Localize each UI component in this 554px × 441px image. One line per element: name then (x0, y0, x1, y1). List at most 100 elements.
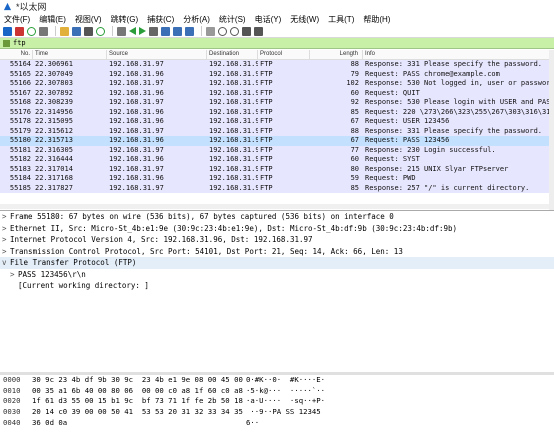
colorize-icon[interactable] (206, 26, 215, 36)
column-header[interactable]: Source (107, 50, 207, 59)
collapsed-chevron-icon[interactable]: > (2, 211, 10, 223)
packet-cell: 55179 (9, 126, 31, 135)
detail-tree-item[interactable]: [Current working directory: ] (0, 280, 554, 292)
save-icon[interactable] (72, 26, 81, 36)
packet-cell: 67 (350, 117, 359, 125)
display-filter-bar[interactable]: ftp (0, 38, 554, 49)
hex-bytes[interactable]: 20 14 c0 39 00 00 50 41 53 53 20 31 32 3… (32, 407, 246, 418)
menu-item[interactable]: 分析(A) (183, 14, 210, 25)
back-arrow-icon[interactable] (129, 27, 136, 35)
hex-offset[interactable]: 0010 (0, 386, 32, 397)
packet-row[interactable]: 55178 22.315095 192.168.31.96 192.168.31.97… (0, 117, 554, 127)
collapsed-chevron-icon[interactable]: > (2, 234, 10, 246)
stop-icon[interactable] (15, 26, 24, 36)
first-packet-icon[interactable] (161, 26, 170, 36)
jump-icon[interactable] (149, 26, 158, 36)
packet-cell: 192.168.31.96 (209, 164, 258, 173)
hex-dump-row: 0010 00 35 a1 6b 40 00 80 06 00 00 c0 a8 … (0, 386, 554, 397)
packet-row[interactable]: 55166 22.307803 192.168.31.97 192.168.31.96… (0, 79, 554, 89)
hex-offset[interactable]: 0040 (0, 418, 32, 429)
menu-item[interactable]: 工具(T) (328, 14, 354, 25)
hex-offset[interactable]: 0020 (0, 396, 32, 407)
packet-row[interactable]: 55167 22.307892 192.168.31.96 192.168.31.97… (0, 88, 554, 98)
hex-ascii[interactable]: ·a·U···· ·sq··+P· (246, 396, 366, 407)
menu-item[interactable]: 跳转(G) (111, 14, 139, 25)
detail-tree-item[interactable]: > Ethernet II, Src: Micro-St_4b:e1:9e (30… (0, 223, 554, 235)
hex-offset[interactable]: 0000 (0, 375, 32, 386)
expanded-chevron-icon[interactable]: v (2, 257, 10, 269)
packet-row[interactable]: 55179 22.315612 192.168.31.97 192.168.31.96… (0, 126, 554, 136)
detail-text: Transmission Control Protocol, Src Port:… (10, 246, 403, 256)
display-filter-input[interactable]: ftp (13, 39, 26, 47)
hex-bytes[interactable]: 30 9c 23 4b df 9b 30 9c 23 4b e1 9e 08 0… (32, 375, 246, 386)
restart-icon[interactable] (27, 26, 36, 36)
packet-list-horizontal-scrollbar[interactable] (0, 204, 549, 209)
packet-row[interactable]: 55185 22.317827 192.168.31.97 192.168.31.96… (0, 183, 554, 193)
detail-tree-item[interactable]: > Internet Protocol Version 4, Src: 192.1… (0, 234, 554, 246)
packet-cell: 192.168.31.97 (109, 126, 164, 135)
close-file-icon[interactable] (84, 26, 93, 36)
packet-row[interactable]: 55184 22.317168 192.168.31.96 192.168.31.97… (0, 174, 554, 184)
hex-bytes[interactable]: 36 0d 0a (32, 418, 246, 429)
hex-bytes[interactable]: 00 35 a1 6b 40 00 80 06 00 00 c0 a8 1f 6… (32, 386, 246, 397)
menu-item[interactable]: 帮助(H) (363, 14, 390, 25)
packet-row[interactable]: 55164 22.306961 192.168.31.97 192.168.31.96… (0, 60, 554, 70)
packet-cell: 22.316305 (35, 145, 73, 154)
menu-item[interactable]: 统计(S) (219, 14, 246, 25)
shark-fin-start-icon[interactable] (3, 26, 12, 36)
detail-tree-item[interactable]: > Transmission Control Protocol, Src Port… (0, 246, 554, 258)
packet-cell: FTP (260, 126, 273, 135)
hex-ascii[interactable]: ·5·k@··· ·····`·· (246, 386, 366, 397)
packet-row[interactable]: 55181 22.316305 192.168.31.97 192.168.31.96… (0, 145, 554, 155)
hex-bytes[interactable]: 1f 61 d3 55 00 15 b1 9c bf 73 71 1f fe 2… (32, 396, 246, 407)
detail-text: [Current working directory: ] (18, 281, 149, 290)
find-icon[interactable] (117, 26, 126, 36)
column-header[interactable]: Info (363, 50, 554, 59)
collapsed-chevron-icon[interactable]: > (2, 246, 10, 258)
open-folder-icon[interactable] (60, 26, 69, 36)
packet-cell: Response: 331 Please specify the passwor… (365, 60, 543, 68)
column-header[interactable]: No. (0, 50, 33, 59)
menu-item[interactable]: 文件(F) (4, 14, 30, 25)
detail-tree-item[interactable]: v File Transfer Protocol (FTP) (0, 257, 554, 269)
menu-item[interactable]: 无线(W) (290, 14, 319, 25)
menu-item[interactable]: 视图(V) (75, 14, 102, 25)
column-header[interactable]: Destination (207, 50, 258, 59)
packet-row[interactable]: 55180 22.315713 192.168.31.96 192.168.31.97… (0, 136, 554, 146)
hex-ascii[interactable]: 6·· (246, 418, 366, 429)
reload-icon[interactable] (96, 26, 105, 36)
zoom-out-icon[interactable] (230, 26, 239, 36)
hex-offset[interactable]: 0030 (0, 407, 32, 418)
column-header[interactable]: Protocol (258, 50, 310, 59)
packet-cell: FTP (260, 155, 273, 163)
collapsed-chevron-icon[interactable]: > (2, 223, 10, 235)
detail-tree-item[interactable]: > Frame 55180: 67 bytes on wire (536 bits… (0, 211, 554, 223)
forward-arrow-icon[interactable] (139, 27, 146, 35)
resize-columns-icon[interactable] (254, 26, 263, 36)
packet-row[interactable]: 55165 22.307049 192.168.31.96 192.168.31.97… (0, 69, 554, 79)
menu-item[interactable]: 电话(Y) (255, 14, 282, 25)
collapsed-chevron-icon[interactable]: > (10, 269, 18, 281)
bookmark-filter-icon[interactable] (3, 39, 10, 47)
packet-row[interactable]: 55168 22.308239 192.168.31.97 192.168.31.96… (0, 98, 554, 108)
autoscroll-icon[interactable] (185, 26, 194, 36)
column-header[interactable]: Length (310, 50, 363, 59)
packet-row[interactable]: 55176 22.314956 192.168.31.96 192.168.31.97… (0, 107, 554, 117)
hex-dump-row: 0020 1f 61 d3 55 00 15 b1 9c bf 73 71 1f … (0, 396, 554, 407)
packet-row[interactable]: 55183 22.317014 192.168.31.97 192.168.31.96… (0, 164, 554, 174)
detail-tree-item[interactable]: > PASS 123456\r\n (0, 269, 554, 281)
menu-item[interactable]: 捕获(C) (147, 14, 174, 25)
hex-ascii[interactable]: 0·#K··0· #K····E· (246, 375, 366, 386)
normal-size-icon[interactable] (242, 26, 251, 36)
packet-row[interactable]: 55182 22.316444 192.168.31.96 192.168.31.97… (0, 155, 554, 165)
zoom-in-icon[interactable] (218, 26, 227, 36)
hex-ascii[interactable]: ··9··PA SS 12345 (246, 407, 366, 418)
last-packet-icon[interactable] (173, 26, 182, 36)
packet-list-vertical-scrollbar[interactable] (549, 50, 554, 210)
column-header[interactable]: Time (33, 50, 107, 59)
menu-item[interactable]: 编辑(E) (39, 14, 66, 25)
packet-cell: 192.168.31.96 (209, 98, 258, 106)
packet-cell: FTP (260, 136, 273, 144)
options-gear-icon[interactable] (39, 26, 48, 36)
packet-cell: Request: PASS 123456 (365, 136, 450, 144)
